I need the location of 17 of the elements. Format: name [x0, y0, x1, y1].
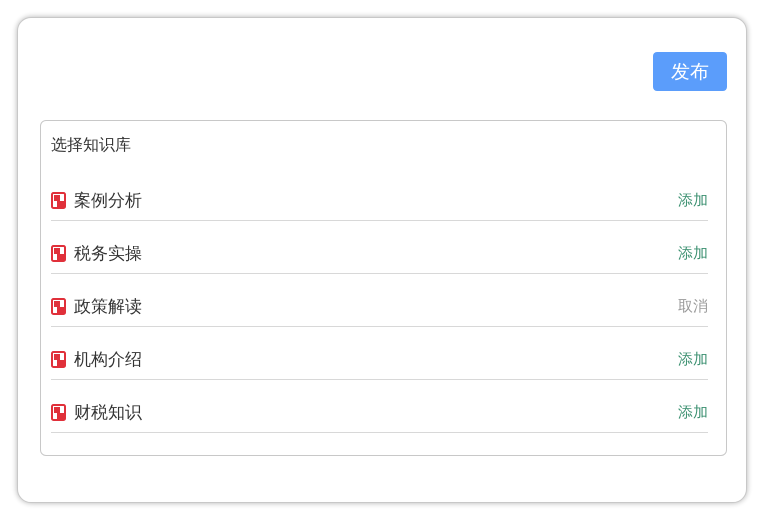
book-icon: [51, 404, 66, 420]
library-name: 税务实操: [74, 242, 143, 264]
library-name: 财税知识: [74, 402, 143, 424]
add-link[interactable]: 添加: [678, 350, 708, 368]
library-name: 政策解读: [74, 296, 143, 318]
library-name: 机构介绍: [74, 348, 143, 370]
library-name: 案例分析: [74, 190, 143, 212]
publish-button[interactable]: 发布: [653, 52, 727, 91]
book-icon: [51, 350, 66, 368]
add-link[interactable]: 添加: [678, 244, 708, 262]
panel-title: 选择知识库: [51, 135, 132, 156]
book-icon: [51, 244, 66, 262]
add-link[interactable]: 添加: [678, 402, 708, 422]
cancel-link[interactable]: 取消: [678, 296, 708, 316]
add-link[interactable]: 添加: [678, 190, 708, 210]
book-icon: [51, 298, 66, 314]
book-icon: [51, 192, 66, 208]
